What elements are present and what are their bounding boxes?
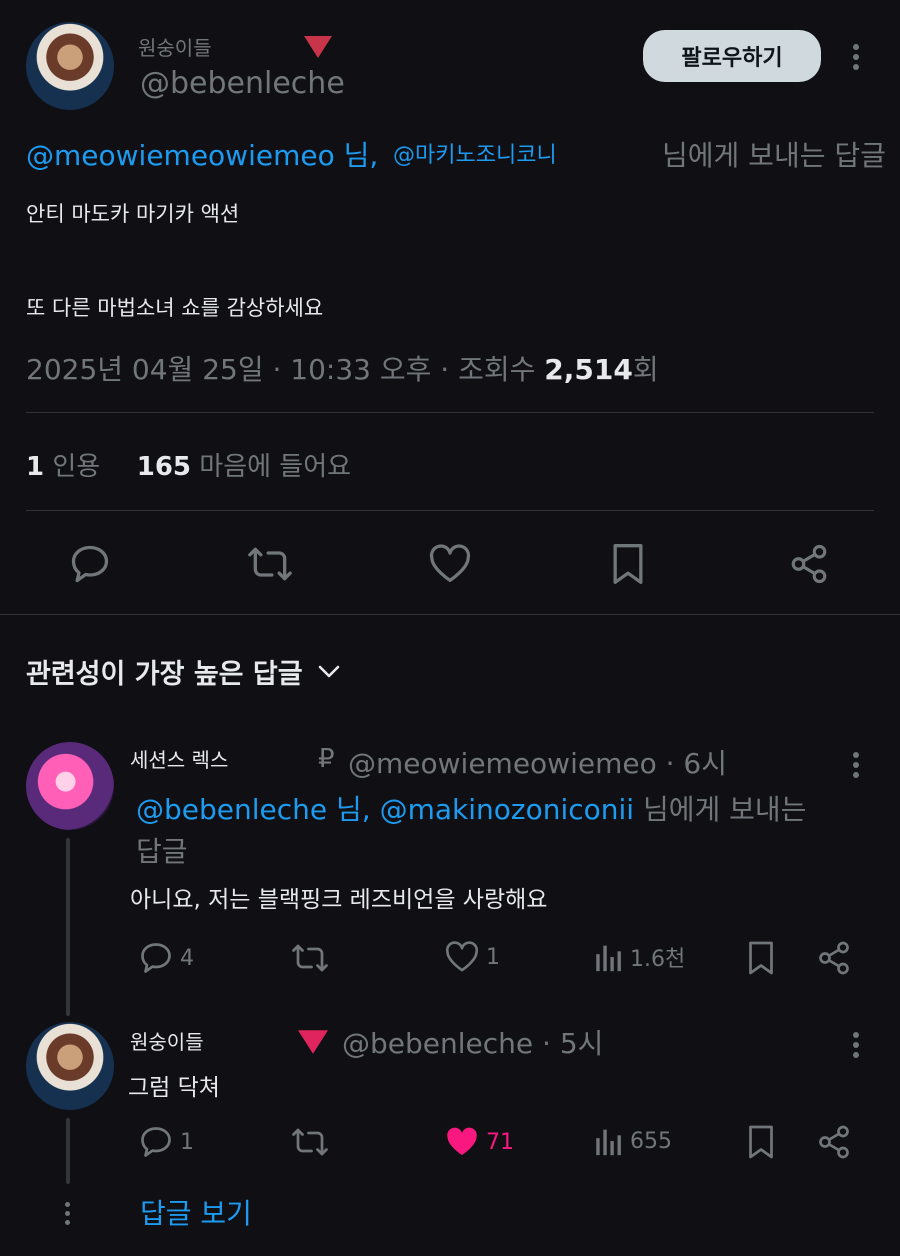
quote-count[interactable]: 1: [26, 452, 44, 482]
chevron-down-icon: [317, 664, 341, 680]
reply-icon: [138, 1124, 174, 1160]
tweet-text-line1: 안티 마도카 마기카 액션: [26, 202, 240, 226]
reply-action-reply[interactable]: 1: [138, 1124, 194, 1160]
share-icon[interactable]: [788, 542, 830, 586]
reply-display-name[interactable]: 원숭이들: [130, 1026, 204, 1055]
reply-sort-label: 관련성이 가장 높은 답글: [26, 659, 303, 690]
reply-action-views[interactable]: 655: [594, 1124, 672, 1158]
like-count: 71: [486, 1129, 514, 1155]
reply-sort-dropdown[interactable]: 관련성이 가장 높은 답글: [26, 652, 341, 691]
reply-mention-line: @bebenleche 님, @makinozoniconii 님에게 보내는: [136, 788, 806, 828]
reply-to-mention[interactable]: @meowiemeowiemeo 님,: [26, 134, 378, 174]
reply-count: 1: [180, 1129, 194, 1155]
reply-to-suffix: 님에게 보내는 답글: [662, 139, 886, 172]
like-label[interactable]: 마음에 들어요: [199, 452, 351, 482]
divider: [26, 510, 874, 511]
thread-continuation-dots: [65, 1198, 70, 1229]
reply-text: 그럼 닥쳐: [128, 1075, 220, 1101]
reply-handle-time[interactable]: @bebenleche · 5시: [342, 1022, 603, 1062]
tweet-text-line2: 또 다른 마법소녀 쇼를 감상하세요: [26, 296, 324, 320]
retweet-icon[interactable]: [246, 542, 294, 586]
reply-more-icon[interactable]: [853, 1028, 859, 1062]
reply-action-like[interactable]: 71: [444, 1126, 514, 1158]
analytics-icon: [594, 940, 624, 974]
reply-more-icon[interactable]: [853, 748, 859, 782]
reply-action-views[interactable]: 1.6천: [594, 940, 685, 974]
reply-action-like[interactable]: 1: [444, 941, 500, 973]
reply-handle-time[interactable]: @meowiemeowiemeo · 6시: [348, 742, 727, 782]
analytics-icon: [594, 1124, 624, 1158]
reply-text: 아니요, 저는 블랙핑크 레즈비언을 사랑해요: [130, 887, 548, 913]
tweet-meta: 2025년 04월 25일 · 10:33 오후 · 조회수 2,514회: [26, 348, 659, 388]
bookmark-icon[interactable]: [746, 940, 776, 976]
view-suffix: 회: [632, 353, 659, 386]
author-handle[interactable]: @bebenleche: [140, 66, 345, 101]
quote-label[interactable]: 인용: [52, 452, 100, 482]
author-display-name[interactable]: 원숭이들: [138, 32, 212, 61]
view-count: 655: [630, 1128, 672, 1154]
reply-mention[interactable]: @bebenleche 님, @makinozoniconii: [136, 793, 634, 826]
reply-mention-suffix: 님에게 보내는: [642, 793, 807, 826]
show-replies-link[interactable]: 답글 보기: [140, 1192, 252, 1232]
red-triangle-icon: [298, 1030, 328, 1054]
retweet-icon[interactable]: [290, 1124, 330, 1160]
follow-button[interactable]: 팔로우하기: [643, 30, 821, 82]
retweet-icon[interactable]: [290, 940, 330, 976]
divider: [0, 614, 900, 615]
bookmark-icon[interactable]: [610, 542, 646, 586]
reply-icon: [138, 940, 174, 976]
like-icon: [444, 941, 480, 973]
reply-to-mention-2[interactable]: @마키노조니코니: [393, 137, 557, 169]
author-avatar[interactable]: [26, 22, 114, 110]
reply-mention-suffix-2: 답글: [136, 835, 188, 868]
reply-avatar[interactable]: [26, 1022, 114, 1110]
reply-action-reply[interactable]: 4: [138, 940, 194, 976]
like-icon[interactable]: [428, 544, 472, 584]
view-count: 1.6천: [630, 947, 686, 972]
like-icon-filled: [444, 1126, 480, 1158]
reply-count: 4: [180, 945, 194, 971]
reply-avatar[interactable]: [26, 742, 114, 830]
reply-display-name[interactable]: 세션스 렉스: [130, 744, 228, 773]
reply-badge: ₽: [318, 744, 335, 774]
reply-icon[interactable]: [68, 542, 112, 586]
thread-line: [66, 838, 70, 1016]
share-icon[interactable]: [816, 940, 852, 976]
divider: [26, 412, 874, 413]
more-options-icon[interactable]: [853, 40, 859, 74]
tweet-timestamp[interactable]: 2025년 04월 25일 · 10:33 오후 · 조회수: [26, 353, 544, 386]
red-triangle-icon: [304, 36, 332, 58]
view-count: 2,514: [544, 353, 633, 386]
like-count[interactable]: 165: [137, 452, 191, 482]
like-count: 1: [486, 944, 500, 970]
engagement-stats: 1 인용 165 마음에 들어요: [26, 446, 351, 483]
thread-line: [66, 1118, 70, 1184]
share-icon[interactable]: [816, 1124, 852, 1160]
bookmark-icon[interactable]: [746, 1124, 776, 1160]
